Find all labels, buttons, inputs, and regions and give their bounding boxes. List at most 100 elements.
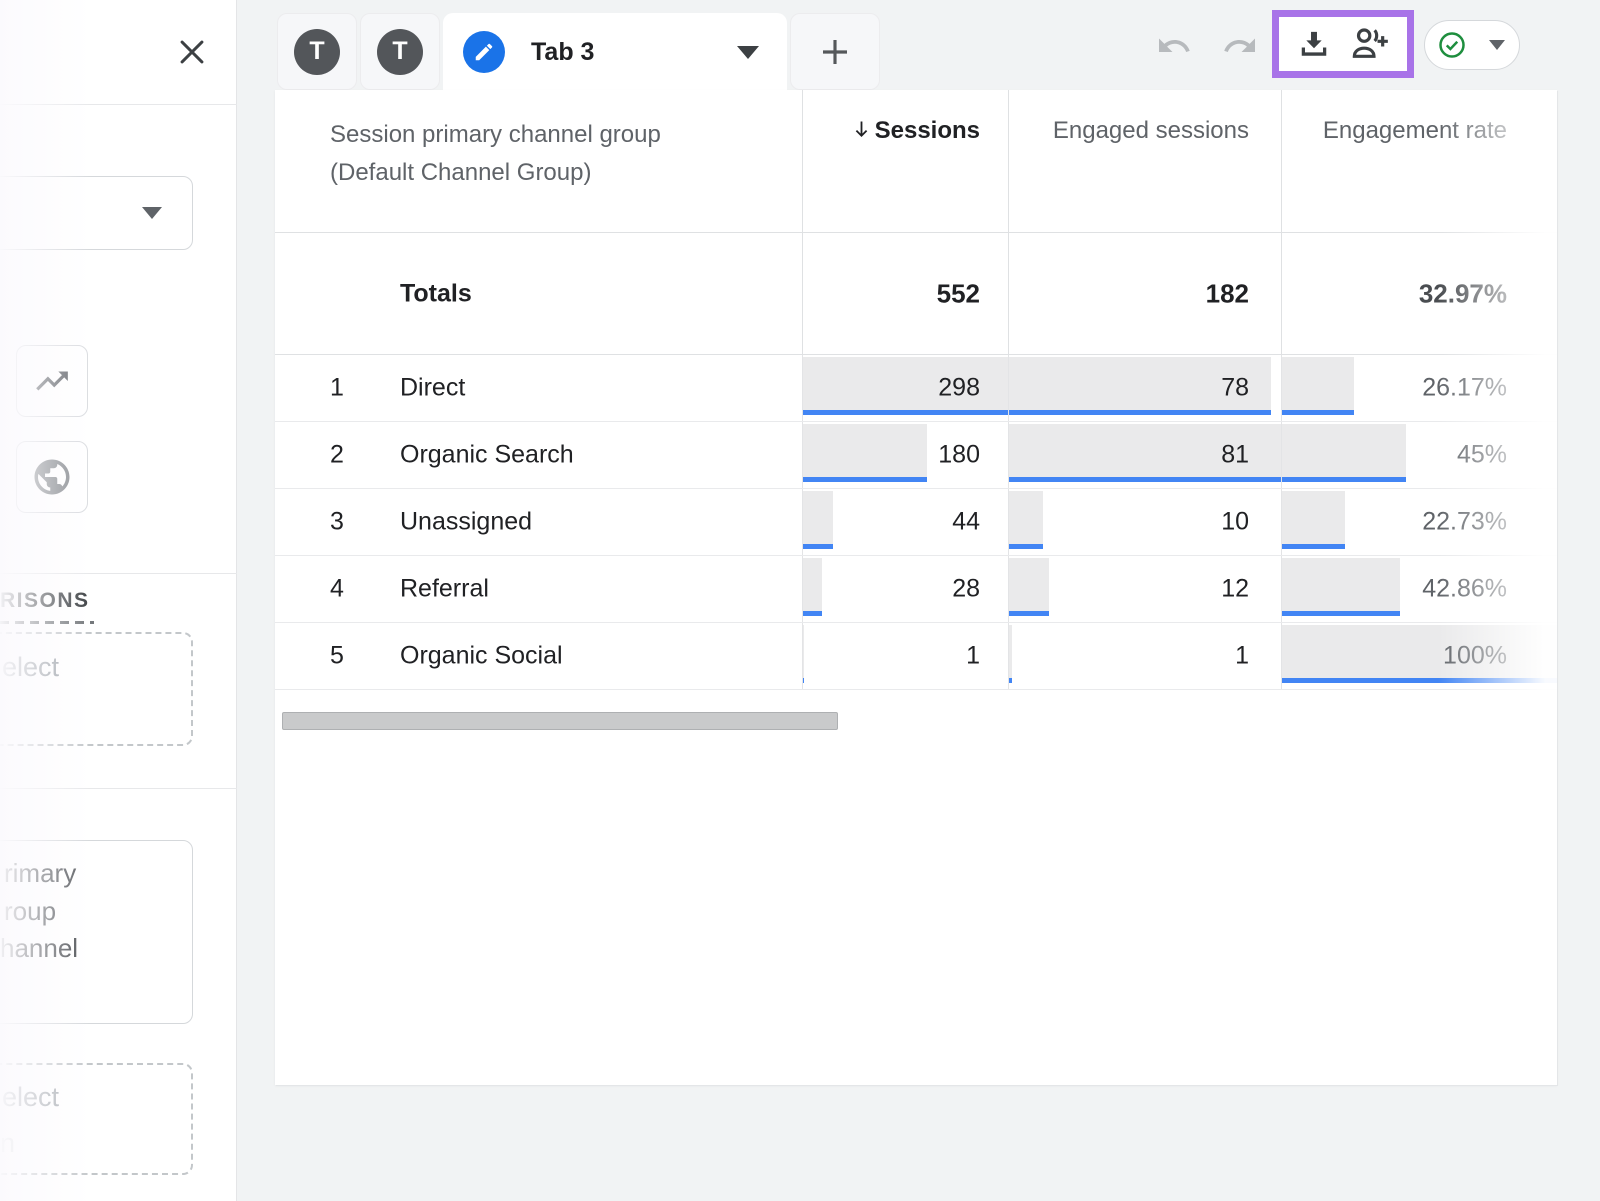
undo-button[interactable] <box>1152 24 1196 68</box>
tab-2[interactable]: T <box>360 13 440 90</box>
download-button[interactable] <box>1294 24 1334 64</box>
tab-avatar: T <box>377 29 423 75</box>
row-dimension: Organic Social <box>400 642 563 671</box>
metric-cell: 22.73% <box>1281 489 1557 555</box>
data-bar-underline <box>803 544 833 549</box>
values-select-dropzone[interactable] <box>0 1063 193 1175</box>
comparisons-section-label: RISONS <box>0 589 90 613</box>
row-index: 5 <box>330 642 344 671</box>
geo-map-visualization-button[interactable] <box>16 441 88 513</box>
data-bar <box>1282 558 1400 611</box>
line-chart-icon <box>33 362 71 400</box>
tab-3-active[interactable]: Tab 3 <box>443 13 787 91</box>
data-bar-underline <box>803 477 927 482</box>
settings-sidebar: RISONS elect rimary roup hannel elect n <box>0 0 237 1201</box>
metric-value: 1 <box>966 642 980 671</box>
metric-cell: 10 <box>1008 489 1281 555</box>
engagement-rate-column-header[interactable]: Engagement rate <box>1281 90 1557 232</box>
table-row[interactable]: 2Organic Search1808145% <box>275 422 1557 489</box>
table-rows: 1Direct2987826.17%2Organic Search1808145… <box>275 355 1557 690</box>
redo-button[interactable] <box>1218 24 1262 68</box>
metric-cell: 45% <box>1281 422 1557 488</box>
close-icon <box>175 35 209 69</box>
download-icon <box>1297 27 1331 61</box>
tab-1[interactable]: T <box>277 13 357 90</box>
data-bar-underline <box>1009 544 1043 549</box>
metric-value: 26.17% <box>1422 374 1507 403</box>
metric-cell: 1 <box>802 623 1008 689</box>
data-bar-underline <box>1009 477 1281 482</box>
totals-label: Totals <box>400 279 472 308</box>
metric-value: 44 <box>952 508 980 537</box>
totals-engagement-rate: 32.97% <box>1419 278 1507 309</box>
data-bar-underline <box>1009 678 1012 683</box>
sessions-column-header[interactable]: Sessions <box>802 90 1008 232</box>
data-bar <box>803 424 927 477</box>
row-index: 4 <box>330 575 344 604</box>
check-circle-icon <box>1437 30 1467 60</box>
tab-label: Tab 3 <box>531 38 594 67</box>
totals-sessions: 552 <box>937 278 980 309</box>
close-button[interactable] <box>170 30 214 74</box>
comparison-select-dropzone[interactable] <box>0 632 193 746</box>
dimension-cell: 4 Referral <box>275 556 802 622</box>
metric-cell: 298 <box>802 355 1008 421</box>
metric-value: 298 <box>938 374 980 403</box>
edit-tab-button[interactable] <box>463 31 505 73</box>
data-bar-underline <box>1009 410 1271 415</box>
data-bar <box>1282 357 1354 410</box>
metric-cell: 78 <box>1008 355 1281 421</box>
metric-value: 100% <box>1443 642 1507 671</box>
dimension-cell: 1Direct <box>275 355 802 421</box>
metric-cell: 44 <box>802 489 1008 555</box>
globe-icon <box>31 456 73 498</box>
horizontal-scrollbar[interactable] <box>282 712 838 730</box>
table-row[interactable]: 5 Organic Social 11 100% <box>275 623 1557 690</box>
data-bar-underline <box>1282 544 1345 549</box>
metric-value: 180 <box>938 441 980 470</box>
metric-cell: 42.86% <box>1281 556 1557 622</box>
data-bar-underline <box>1282 477 1406 482</box>
chevron-down-icon <box>142 207 162 219</box>
technique-dropdown[interactable] <box>0 176 193 250</box>
metric-value: 10 <box>1221 508 1249 537</box>
metric-cell: 180 <box>802 422 1008 488</box>
data-bar <box>803 491 833 544</box>
dimension-column-header[interactable]: Session primary channel group (Default C… <box>275 90 802 232</box>
data-bar <box>803 625 804 678</box>
data-bar-underline <box>1282 611 1400 616</box>
data-bar <box>803 558 822 611</box>
table-row[interactable]: 4 Referral 28 12 42.86% <box>275 556 1557 623</box>
data-bar <box>1009 558 1049 611</box>
exploration-table-panel: Session primary channel group (Default C… <box>275 90 1557 1085</box>
table-row[interactable]: 1Direct 298 78 26.17% <box>275 355 1557 422</box>
dimension-chip-text: roup <box>4 896 56 927</box>
metric-cell: 1 <box>1008 623 1281 689</box>
totals-engaged-sessions: 182 <box>1206 278 1249 309</box>
add-tab-button[interactable] <box>790 13 880 90</box>
row-dimension: Referral <box>400 575 489 604</box>
dimension-cell: 5 Organic Social <box>275 623 802 689</box>
divider <box>0 104 237 105</box>
metric-cell: 12 <box>1008 556 1281 622</box>
data-bar-underline <box>1009 611 1049 616</box>
share-add-user-button[interactable] <box>1348 22 1392 66</box>
metric-value: 12 <box>1221 575 1249 604</box>
metric-value: 22.73% <box>1422 508 1507 537</box>
metric-value: 81 <box>1221 441 1249 470</box>
row-dimension: Direct <box>400 374 465 403</box>
engaged-sessions-column-header[interactable]: Engaged sessions <box>1008 90 1281 232</box>
chevron-down-icon[interactable] <box>1489 40 1505 50</box>
data-bar-underline <box>803 410 1008 415</box>
table-row[interactable]: 3Unassigned441022.73% <box>275 489 1557 556</box>
data-bar <box>1009 625 1012 678</box>
select-placeholder-fragment: elect <box>2 1082 59 1113</box>
highlight-annotation-box <box>1272 10 1414 78</box>
divider <box>0 788 237 789</box>
status-accepted-button[interactable] <box>1424 20 1520 70</box>
undo-icon <box>1156 28 1192 64</box>
tab-menu-chevron-icon[interactable] <box>737 46 759 59</box>
data-bar-underline <box>803 678 804 683</box>
metric-value: 28 <box>952 575 980 604</box>
line-chart-visualization-button[interactable] <box>16 345 88 417</box>
